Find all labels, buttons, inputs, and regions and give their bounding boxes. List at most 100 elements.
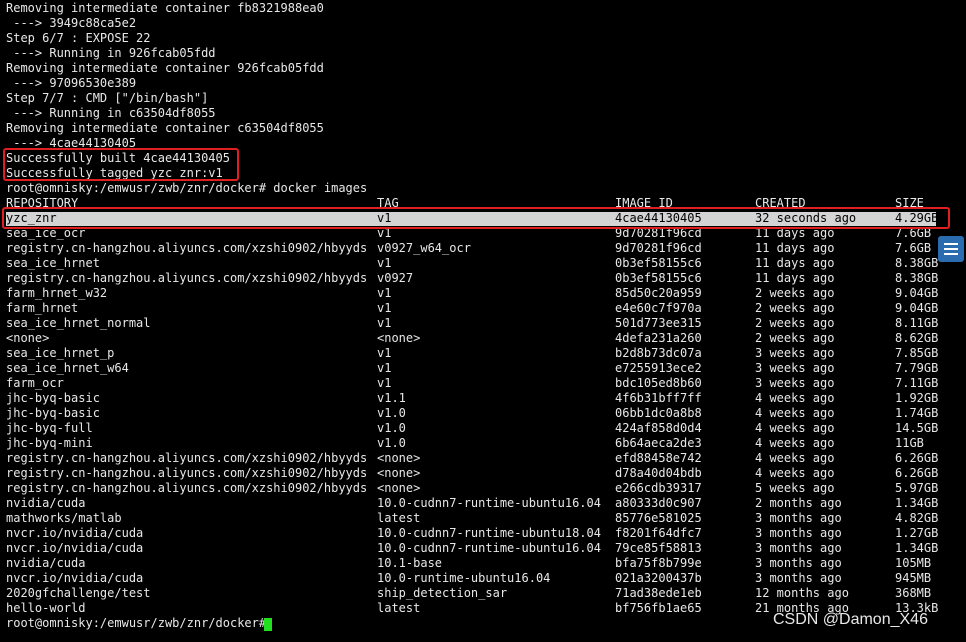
created-cell: 11 days ago bbox=[755, 241, 835, 255]
table-row: farm_hrnet v1 e4e60c7f970a 2 weeks ago 9.04G… bbox=[6, 301, 946, 316]
shell-prompt: root@omnisky:/emwusr/zwb/znr/docker# bbox=[6, 616, 274, 630]
image-id-cell: 9d70281f96cd bbox=[615, 241, 702, 255]
build-success-callout bbox=[3, 148, 239, 181]
size-cell: 9.04GB bbox=[895, 301, 939, 315]
build-log-line: ---> 97096530e389 bbox=[6, 76, 137, 90]
terminal-cursor bbox=[264, 618, 272, 631]
tag-cell: v1.0 bbox=[377, 406, 406, 420]
tag-cell: <none> bbox=[377, 481, 421, 495]
created-cell: 2 weeks ago bbox=[755, 331, 835, 345]
repository-cell: registry.cn-hangzhou.aliyuncs.com/xzshi0… bbox=[6, 481, 368, 495]
tag-cell: 10.0-cudnn7-runtime-ubuntu18.04 bbox=[377, 526, 601, 540]
repository-cell: farm_hrnet bbox=[6, 301, 79, 315]
created-cell: 4 weeks ago bbox=[755, 421, 835, 435]
created-cell: 3 weeks ago bbox=[755, 361, 835, 375]
size-cell: 1.34GB bbox=[895, 496, 939, 510]
table-row: farm_hrnet_w32 v1 85d50c20a959 2 weeks ago 9… bbox=[6, 286, 946, 301]
tag-cell: latest bbox=[377, 511, 421, 525]
image-id-cell: b2d8b73dc07a bbox=[615, 346, 702, 360]
created-cell: 11 days ago bbox=[755, 256, 835, 270]
size-cell: 5.97GB bbox=[895, 481, 939, 495]
created-cell: 11 days ago bbox=[755, 271, 835, 285]
created-cell: 4 weeks ago bbox=[755, 391, 835, 405]
repository-cell: sea_ice_hrnet bbox=[6, 256, 100, 270]
tag-cell: 10.0-cudnn7-runtime-ubuntu16.04 bbox=[377, 541, 601, 555]
tag-cell: <none> bbox=[377, 331, 421, 345]
image-id-cell: bfa75f8b799e bbox=[615, 556, 702, 570]
size-cell: 105MB bbox=[895, 556, 932, 570]
repository-cell: farm_ocr bbox=[6, 376, 64, 390]
build-log-line: ---> 3949c88ca5e2 bbox=[6, 16, 137, 30]
image-id-cell: 71ad38ede1eb bbox=[615, 586, 702, 600]
repository-cell: sea_ice_hrnet_normal bbox=[6, 316, 151, 330]
tag-cell: v0927_w64_ocr bbox=[377, 241, 471, 255]
table-row: sea_ice_hrnet_w64 v1 e7255913ece2 3 weeks a… bbox=[6, 361, 946, 376]
tag-cell: v1.0 bbox=[377, 421, 406, 435]
created-cell: 3 weeks ago bbox=[755, 346, 835, 360]
tag-cell: v1 bbox=[377, 256, 392, 270]
table-row: mathworks/matlab latest 85776e581025 3 mont… bbox=[6, 511, 946, 526]
repository-cell: sea_ice_hrnet_p bbox=[6, 346, 115, 360]
tag-cell: 10.0-runtime-ubuntu16.04 bbox=[377, 571, 551, 585]
terminal-window[interactable]: Removing intermediate container fb832198… bbox=[0, 0, 966, 642]
table-row: farm_ocr v1 bdc105ed8b60 3 weeks ago 7.11GB bbox=[6, 376, 946, 391]
size-cell: 8.11GB bbox=[895, 316, 939, 330]
repository-cell: jhc-byq-basic bbox=[6, 406, 100, 420]
tag-cell: v1 bbox=[377, 346, 392, 360]
size-cell: 1.34GB bbox=[895, 541, 939, 555]
repository-cell: farm_hrnet_w32 bbox=[6, 286, 108, 300]
table-row: jhc-byq-full v1.0 424af858d0d4 4 weeks ago 1… bbox=[6, 421, 946, 436]
size-cell: 9.04GB bbox=[895, 286, 939, 300]
size-cell: 945MB bbox=[895, 571, 932, 585]
size-cell: 7.85GB bbox=[895, 346, 939, 360]
clipped-red-marks bbox=[400, 0, 460, 2]
table-row: <none> <none> 4defa231a260 2 weeks ago 8.62G… bbox=[6, 331, 946, 346]
repository-cell: nvidia/cuda bbox=[6, 556, 86, 570]
repository-cell: nvcr.io/nvidia/cuda bbox=[6, 541, 144, 555]
build-log-line: ---> Running in c63504df8055 bbox=[6, 106, 216, 120]
size-cell: 368MB bbox=[895, 586, 932, 600]
table-row: registry.cn-hangzhou.aliyuncs.com/xzshi0… bbox=[6, 241, 946, 256]
tag-cell: <none> bbox=[377, 466, 421, 480]
table-row: nvidia/cuda 10.0-cudnn7-runtime-ubuntu16.… bbox=[6, 496, 946, 511]
repository-cell: nvcr.io/nvidia/cuda bbox=[6, 571, 144, 585]
table-row: sea_ice_hrnet_normal v1 501d773ee315 2 week… bbox=[6, 316, 946, 331]
build-log-line: Removing intermediate container fb832198… bbox=[6, 1, 324, 15]
image-id-cell: a80333d0c907 bbox=[615, 496, 702, 510]
image-id-cell: bf756fb1ae65 bbox=[615, 601, 702, 615]
list-icon[interactable] bbox=[938, 236, 964, 262]
table-row: sea_ice_hrnet v1 0b3ef58155c6 11 days ago 8.… bbox=[6, 256, 946, 271]
build-log-line: Removing intermediate container c63504df… bbox=[6, 121, 324, 135]
size-cell: 7.11GB bbox=[895, 376, 939, 390]
image-id-cell: bdc105ed8b60 bbox=[615, 376, 702, 390]
repository-cell: 2020gfchallenge/test bbox=[6, 586, 151, 600]
image-id-cell: 501d773ee315 bbox=[615, 316, 702, 330]
created-cell: 3 months ago bbox=[755, 511, 842, 525]
table-row: nvcr.io/nvidia/cuda 10.0-cudnn7-runtime-u… bbox=[6, 541, 946, 556]
image-id-cell: d78a40d04bdb bbox=[615, 466, 702, 480]
table-row: nvidia/cuda 10.1-base bfa75f8b799e 3 months… bbox=[6, 556, 946, 571]
image-id-cell: e4e60c7f970a bbox=[615, 301, 702, 315]
size-cell: 1.27GB bbox=[895, 526, 939, 540]
image-id-cell: 85d50c20a959 bbox=[615, 286, 702, 300]
size-cell: 7.6GB bbox=[895, 241, 932, 255]
repository-cell: nvidia/cuda bbox=[6, 496, 86, 510]
build-log-line: Step 7/7 : CMD ["/bin/bash"] bbox=[6, 91, 209, 105]
created-cell: 3 months ago bbox=[755, 541, 842, 555]
size-cell: 14.5GB bbox=[895, 421, 939, 435]
created-cell: 3 weeks ago bbox=[755, 376, 835, 390]
created-cell: 2 weeks ago bbox=[755, 316, 835, 330]
size-cell: 8.38GB bbox=[895, 271, 939, 285]
size-cell: 8.62GB bbox=[895, 331, 939, 345]
image-id-cell: e7255913ece2 bbox=[615, 361, 702, 375]
table-row: jhc-byq-basic v1.0 06bb1dc0a8b8 4 weeks ago… bbox=[6, 406, 946, 421]
table-row: nvcr.io/nvidia/cuda 10.0-runtime-ubuntu16… bbox=[6, 571, 946, 586]
created-cell: 4 weeks ago bbox=[755, 451, 835, 465]
image-id-cell: 85776e581025 bbox=[615, 511, 702, 525]
repository-cell: jhc-byq-basic bbox=[6, 391, 100, 405]
created-cell: 2 months ago bbox=[755, 496, 842, 510]
size-cell: 11GB bbox=[895, 436, 924, 450]
size-cell: 4.82GB bbox=[895, 511, 939, 525]
table-row: 2020gfchallenge/test ship_detection_sar 71… bbox=[6, 586, 946, 601]
size-cell: 1.74GB bbox=[895, 406, 939, 420]
